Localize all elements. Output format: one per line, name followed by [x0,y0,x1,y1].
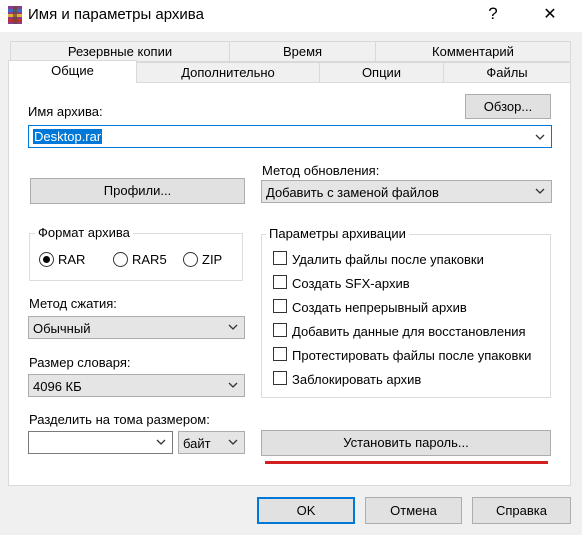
update-method-value: Добавить с заменой файлов [266,185,439,200]
archive-format-title: Формат архива [35,225,133,240]
window-title: Имя и параметры архива [28,6,204,23]
tab-time[interactable]: Время [229,41,376,62]
radio-rar5[interactable] [113,252,128,267]
checkbox-sfx-label: Создать SFX-архив [292,276,410,291]
title-bar: Имя и параметры архива ? ✕ [0,0,582,32]
tab-backup[interactable]: Резервные копии [10,41,230,62]
split-unit-select[interactable]: байт [178,431,245,454]
checkbox-delete-files[interactable] [273,251,287,265]
tab-options[interactable]: Опции [319,62,444,83]
chevron-down-icon [228,382,238,388]
help-button[interactable]: Справка [472,497,571,524]
compression-select[interactable]: Обычный [28,316,245,339]
update-method-label: Метод обновления: [262,163,380,178]
browse-button[interactable]: Обзор... [465,94,551,119]
checkbox-solid[interactable] [273,299,287,313]
tab-advanced[interactable]: Дополнительно [136,62,320,83]
profiles-button[interactable]: Профили... [30,178,245,204]
dictionary-label: Размер словаря: [29,355,131,370]
checkbox-lock-label: Заблокировать архив [292,372,422,387]
chevron-down-icon[interactable] [155,436,167,448]
chevron-down-icon[interactable] [534,131,546,143]
compression-label: Метод сжатия: [29,296,117,311]
archive-name-value: Desktop.rar [33,129,103,144]
checkbox-sfx[interactable] [273,275,287,289]
chevron-down-icon [228,324,238,330]
checkbox-test[interactable] [273,347,287,361]
chevron-down-icon [228,439,238,445]
update-method-select[interactable]: Добавить с заменой файлов [261,180,552,203]
radio-zip-label: ZIP [202,252,223,267]
compression-value: Обычный [33,321,91,336]
archive-options-title: Параметры архивации [266,226,409,241]
checkbox-lock[interactable] [273,371,287,385]
ok-button[interactable]: OK [257,497,355,524]
radio-rar-label: RAR [58,252,86,267]
set-password-button[interactable]: Установить пароль... [261,430,551,456]
radio-rar[interactable] [39,252,54,267]
split-size-input[interactable] [28,431,173,454]
checkbox-delete-files-label: Удалить файлы после упаковки [292,252,484,267]
help-title-button[interactable]: ? [478,4,508,24]
checkbox-recovery-label: Добавить данные для восстановления [292,324,526,339]
archive-name-label: Имя архива: [28,104,103,119]
checkbox-recovery[interactable] [273,323,287,337]
split-unit-value: байт [183,436,211,451]
highlight-underline [265,461,548,464]
dictionary-value: 4096 КБ [33,379,82,394]
radio-rar5-label: RAR5 [132,252,167,267]
split-label: Разделить на тома размером: [29,412,210,427]
tab-files[interactable]: Файлы [443,62,571,83]
cancel-button[interactable]: Отмена [365,497,462,524]
tab-comment[interactable]: Комментарий [375,41,571,62]
winrar-icon [8,6,22,24]
radio-zip[interactable] [183,252,198,267]
tab-general[interactable]: Общие [8,60,137,83]
checkbox-test-label: Протестировать файлы после упаковки [292,348,532,363]
checkbox-solid-label: Создать непрерывный архив [292,300,467,315]
dictionary-select[interactable]: 4096 КБ [28,374,245,397]
chevron-down-icon [535,188,545,194]
archive-name-input[interactable]: Desktop.rar [28,125,552,148]
close-button[interactable]: ✕ [535,4,565,24]
